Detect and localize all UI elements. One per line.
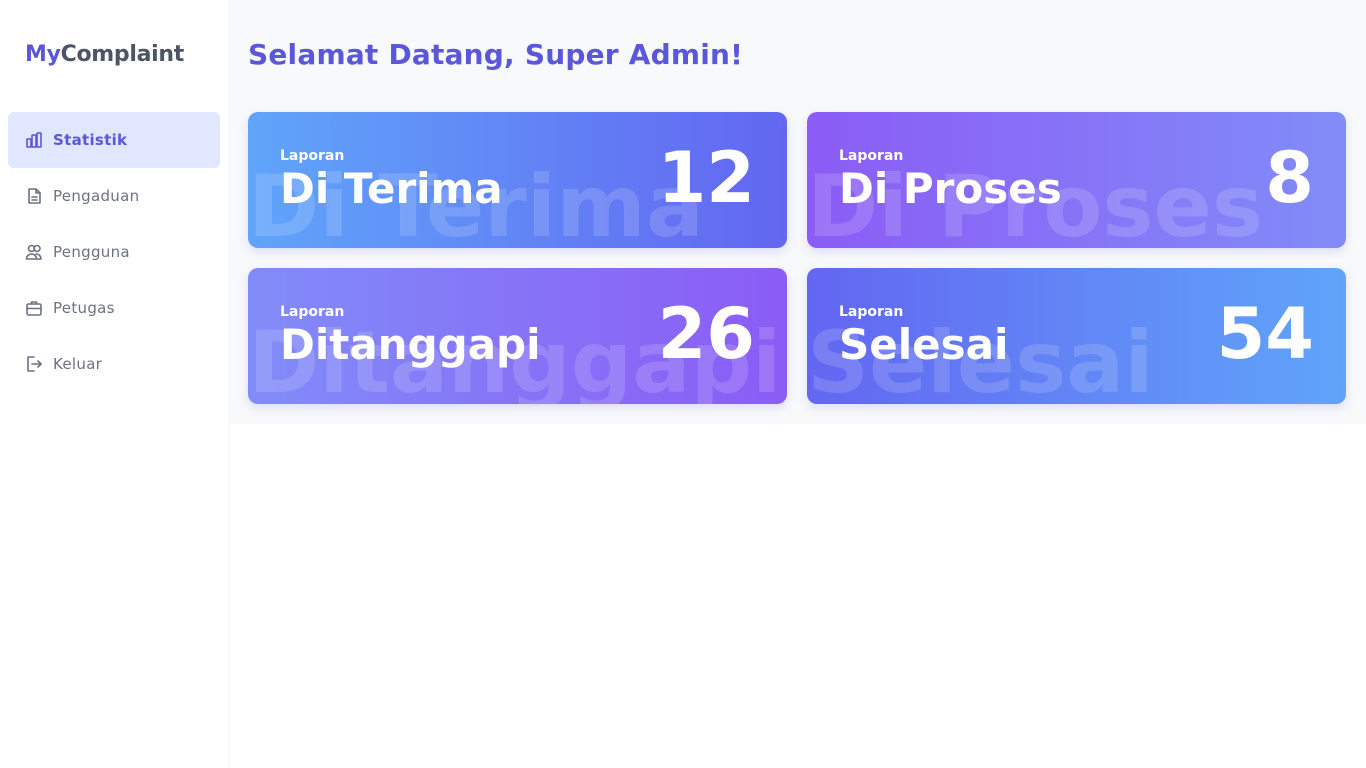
stat-card-selesai[interactable]: Selesai Laporan Selesai 54 [807, 268, 1346, 404]
card-title: Selesai [839, 320, 1009, 369]
brand-logo[interactable]: MyComplaint [25, 42, 184, 67]
card-count: 26 [657, 293, 755, 375]
sidebar-item-label: Keluar [53, 355, 103, 373]
brand-prefix: My [25, 42, 61, 67]
stat-card-ditanggapi[interactable]: Ditanggapi Laporan Ditanggapi 26 [248, 268, 787, 404]
card-count: 54 [1216, 293, 1314, 375]
card-label: Laporan [839, 148, 904, 164]
brand-suffix: Complaint [60, 42, 185, 67]
logout-icon [25, 355, 43, 373]
sidebar-item-keluar[interactable]: Keluar [8, 336, 220, 392]
sidebar-item-label: Statistik [53, 131, 128, 149]
bar-chart-icon [25, 131, 43, 149]
card-count: 8 [1265, 137, 1314, 219]
main-content: Selamat Datang, Super Admin! Di Terima L… [228, 0, 1366, 424]
sidebar-item-petugas[interactable]: Petugas [8, 280, 220, 336]
card-label: Laporan [839, 304, 904, 320]
card-count: 12 [657, 137, 755, 219]
sidebar-item-pengguna[interactable]: Pengguna [8, 224, 220, 280]
card-title: Di Terima [280, 164, 503, 213]
sidebar-item-pengaduan[interactable]: Pengaduan [8, 168, 220, 224]
sidebar-item-label: Pengguna [53, 243, 130, 261]
briefcase-icon [25, 299, 43, 317]
stat-card-diterima[interactable]: Di Terima Laporan Di Terima 12 [248, 112, 787, 248]
card-title: Ditanggapi [280, 320, 541, 369]
sidebar-item-label: Pengaduan [53, 187, 140, 205]
sidebar-item-statistik[interactable]: Statistik [8, 112, 220, 168]
users-icon [25, 243, 43, 261]
sidebar-nav: Statistik Pengaduan Pengguna Petugas Kel… [8, 112, 220, 392]
sidebar: MyComplaint Statistik Pengaduan Pengguna [0, 0, 228, 768]
document-icon [25, 187, 43, 205]
sidebar-item-label: Petugas [53, 299, 115, 317]
app: MyComplaint Statistik Pengaduan Pengguna [0, 0, 1366, 768]
stat-card-diproses[interactable]: Di Proses Laporan Di Proses 8 [807, 112, 1346, 248]
card-title: Di Proses [839, 164, 1062, 213]
card-label: Laporan [280, 148, 345, 164]
page-title: Selamat Datang, Super Admin! [248, 38, 744, 71]
card-label: Laporan [280, 304, 345, 320]
